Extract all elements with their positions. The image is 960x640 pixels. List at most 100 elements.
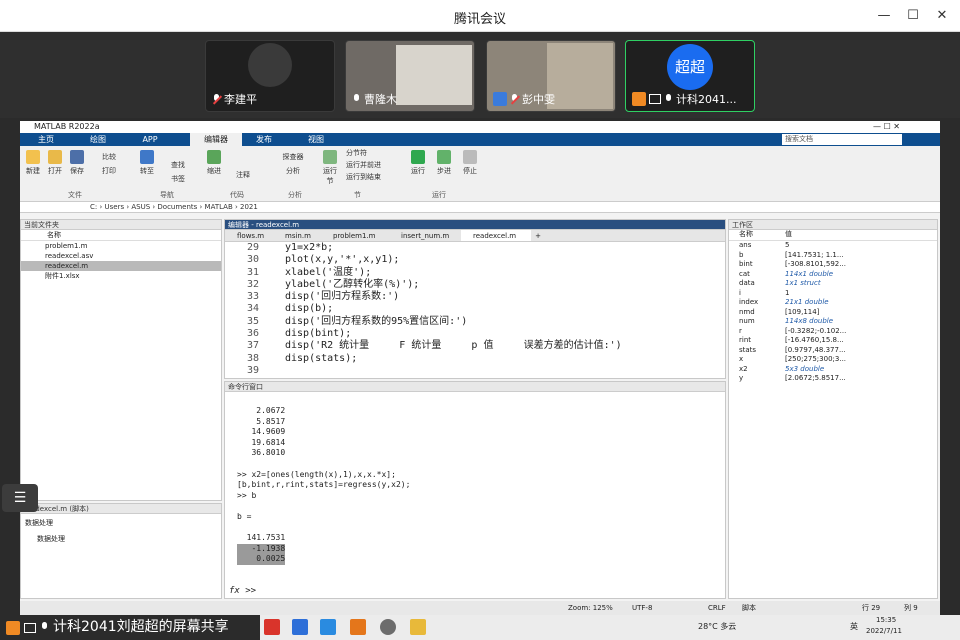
run-advance-button[interactable]: 运行并前进 <box>346 160 394 170</box>
workspace-variable[interactable]: num 114x8 double <box>729 317 937 327</box>
file-item[interactable]: 附件1.xlsx <box>21 271 221 281</box>
code-line[interactable]: 37 disp('R2 统计量 F 统计量 p 值 误差方差的估计值:') <box>225 340 725 352</box>
tab-publish[interactable]: 发布 <box>244 133 284 146</box>
workspace-variable[interactable]: rint [-16.4760,15.8... <box>729 336 937 346</box>
print-button[interactable]: 打印 <box>94 166 124 176</box>
save-button[interactable]: 保存 <box>68 150 86 176</box>
share-label: 计科2041刘超超的屏幕共享 <box>53 619 229 635</box>
add-tab-button[interactable]: + <box>531 230 545 241</box>
variable-value: [2.0672;5.8517... <box>785 374 846 382</box>
variable-name: r <box>739 326 742 335</box>
tab-editor[interactable]: 编辑器 <box>190 133 242 146</box>
workspace-variable[interactable]: stats [0.9797,48.377... <box>729 346 937 356</box>
workspace-variable[interactable]: i1 <box>729 289 937 299</box>
column-header[interactable]: 名称 <box>21 230 221 241</box>
address-bar[interactable]: C: › Users › ASUS › Documents › MATLAB ›… <box>20 202 940 213</box>
participant-tile[interactable]: 彭中雯 <box>486 40 616 112</box>
participant-tile[interactable]: 李建平 <box>205 40 335 112</box>
tab-plots[interactable]: 绘图 <box>78 133 118 146</box>
code-line[interactable]: 36 disp(bint); <box>225 328 725 340</box>
tab-apps[interactable]: APP <box>130 133 170 146</box>
command-line <box>237 501 725 512</box>
editor-tab-bar: flows.m msin.m problem1.m insert_num.m r… <box>225 230 725 242</box>
col-value[interactable]: 值 <box>785 230 847 240</box>
workspace-variable[interactable]: r [-0.3282;-0.102... <box>729 327 937 337</box>
code-area[interactable]: 29 y1=x2*b; 30 plot(x,y,'*',x,y1); 31 xlabel(… <box>225 242 725 377</box>
step-button[interactable]: 步进 <box>434 150 454 176</box>
section-break-button[interactable]: 分节符 <box>346 148 394 158</box>
variable-name: b <box>739 250 744 259</box>
tab-view[interactable]: 视图 <box>296 133 336 146</box>
workspace-variable[interactable]: x [250;275;300;3... <box>729 355 937 365</box>
weather[interactable]: 28°C 多云 <box>698 621 736 632</box>
wps-icon[interactable] <box>264 619 280 635</box>
code-line[interactable]: 32 ylabel('乙醇转化率(%)'); <box>225 279 725 291</box>
find-button[interactable]: 查找 <box>166 160 190 170</box>
participant-tile[interactable]: 曹隆木 <box>345 40 475 112</box>
participant-tile-active[interactable]: 超超 计科2041... <box>625 40 755 112</box>
tab-home[interactable]: 主页 <box>26 133 66 146</box>
code-line[interactable]: 34 disp(b); <box>225 303 725 315</box>
comment-button[interactable]: 注释 <box>228 170 258 180</box>
editor-tab-active[interactable]: readexcel.m <box>461 230 531 241</box>
detail-item[interactable]: 数据处理 <box>21 528 221 544</box>
code-line[interactable]: 39 <box>225 365 725 377</box>
workspace-variable[interactable]: data 1x1 struct <box>729 279 937 289</box>
code-text: disp('回归方程系数:') <box>285 291 400 303</box>
command-prompt[interactable]: fx >> <box>229 586 256 596</box>
maximize-button[interactable]: ☐ <box>902 6 924 26</box>
workspace-variable[interactable]: index 21x1 double <box>729 298 937 308</box>
col-name[interactable]: 名称 <box>729 230 785 240</box>
code-line[interactable]: 35 disp('回归方程系数的95%置信区间:') <box>225 316 725 328</box>
code-line[interactable]: 38 disp(stats); <box>225 353 725 365</box>
minimize-button[interactable]: — <box>873 6 895 26</box>
run-section-button[interactable]: 运行节 <box>320 150 340 186</box>
menu-list-icon[interactable]: ☰ <box>2 484 38 512</box>
ime-indicator[interactable]: 英 <box>850 621 858 632</box>
analyze-button[interactable]: 分析 <box>276 166 310 176</box>
workspace-variable[interactable]: ans 5 <box>729 241 937 251</box>
bookmark-button[interactable]: 书签 <box>166 174 190 184</box>
variable-value: 21x1 double <box>785 298 829 306</box>
code-line[interactable]: 29 y1=x2*b; <box>225 242 725 254</box>
stop-button[interactable]: 停止 <box>460 150 480 176</box>
workspace-variable[interactable]: nmd [109,114] <box>729 308 937 318</box>
file-item-selected[interactable]: readexcel.m <box>21 261 221 271</box>
run-to-end-button[interactable]: 运行到结束 <box>346 172 394 182</box>
code-line[interactable]: 31 xlabel('温度'); <box>225 267 725 279</box>
variable-value: [109,114] <box>785 307 820 316</box>
workspace-variable[interactable]: cat 114x1 double <box>729 270 937 280</box>
workspace-variable[interactable]: bint [-308.8101,592... <box>729 260 937 270</box>
new-button[interactable]: 新建 <box>24 150 42 176</box>
file-item[interactable]: problem1.m <box>21 241 221 251</box>
workspace-variable[interactable]: y [2.0672;5.8517... <box>729 374 937 384</box>
compare-button[interactable]: 比较 <box>94 152 124 162</box>
goto-button[interactable]: 转至 <box>138 150 156 176</box>
variable-name: rint <box>739 336 752 344</box>
taskbar: 计科2041刘超超的屏幕共享 28°C 多云 英 15:35 2022/7/11 <box>0 615 960 640</box>
window-controls[interactable]: — ☐ ✕ <box>873 121 900 133</box>
meeting-icon[interactable] <box>320 619 336 635</box>
matlab-icon[interactable] <box>350 619 366 635</box>
folder-icon[interactable] <box>410 619 426 635</box>
editor-tab[interactable]: insert_num.m <box>389 230 461 241</box>
close-button[interactable]: ✕ <box>931 6 953 26</box>
workspace-variable[interactable]: x2 5x3 double <box>729 365 937 375</box>
open-button[interactable]: 打开 <box>46 150 64 176</box>
run-button[interactable]: 运行 <box>408 150 428 176</box>
save-label: 保存 <box>70 167 84 175</box>
file-item[interactable]: readexcel.asv <box>21 251 221 261</box>
editor-tab[interactable]: flows.m <box>225 230 275 241</box>
indent-button[interactable]: 缩进 <box>204 150 224 176</box>
variable-value: 114x1 double <box>785 269 834 278</box>
profiler-button[interactable]: 探查器 <box>276 152 310 162</box>
editor-tab[interactable]: msin.m <box>275 230 323 241</box>
code-line[interactable]: 33 disp('回归方程系数:') <box>225 291 725 303</box>
line-number: 30 <box>246 254 259 266</box>
editor-tab[interactable]: problem1.m <box>323 230 389 241</box>
search-docs-input[interactable]: 搜索文档 <box>782 134 902 145</box>
app-icon[interactable] <box>292 619 308 635</box>
workspace-variable[interactable]: b [141.7531; 1.1... <box>729 251 937 261</box>
chrome-icon[interactable] <box>380 619 396 635</box>
code-line[interactable]: 30 plot(x,y,'*',x,y1); <box>225 254 725 266</box>
